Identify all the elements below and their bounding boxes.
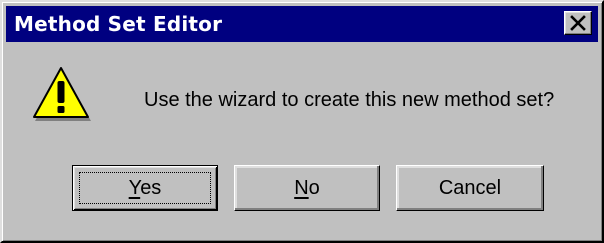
close-button[interactable] [564, 11, 592, 35]
cancel-button-label: Cancel [438, 176, 502, 199]
close-icon [570, 15, 586, 31]
no-button-label: No [294, 177, 320, 200]
yes-button[interactable]: Yes [72, 165, 218, 211]
cancel-button[interactable]: Cancel [396, 165, 544, 211]
dialog-title: Method Set Editor [14, 12, 223, 36]
no-mnemonic: N [294, 176, 309, 199]
dialog-window: Method Set Editor Use the wizard to crea… [0, 0, 604, 243]
no-button[interactable]: No [234, 165, 380, 211]
warning-icon [33, 67, 91, 121]
yes-mnemonic: Y [128, 176, 141, 199]
no-label-rest: o [308, 176, 320, 199]
title-bar[interactable]: Method Set Editor [6, 6, 598, 42]
yes-button-label: Yes [129, 177, 162, 200]
dialog-message: Use the wizard to create this new method… [144, 89, 555, 111]
yes-label-rest: es [140, 176, 162, 199]
